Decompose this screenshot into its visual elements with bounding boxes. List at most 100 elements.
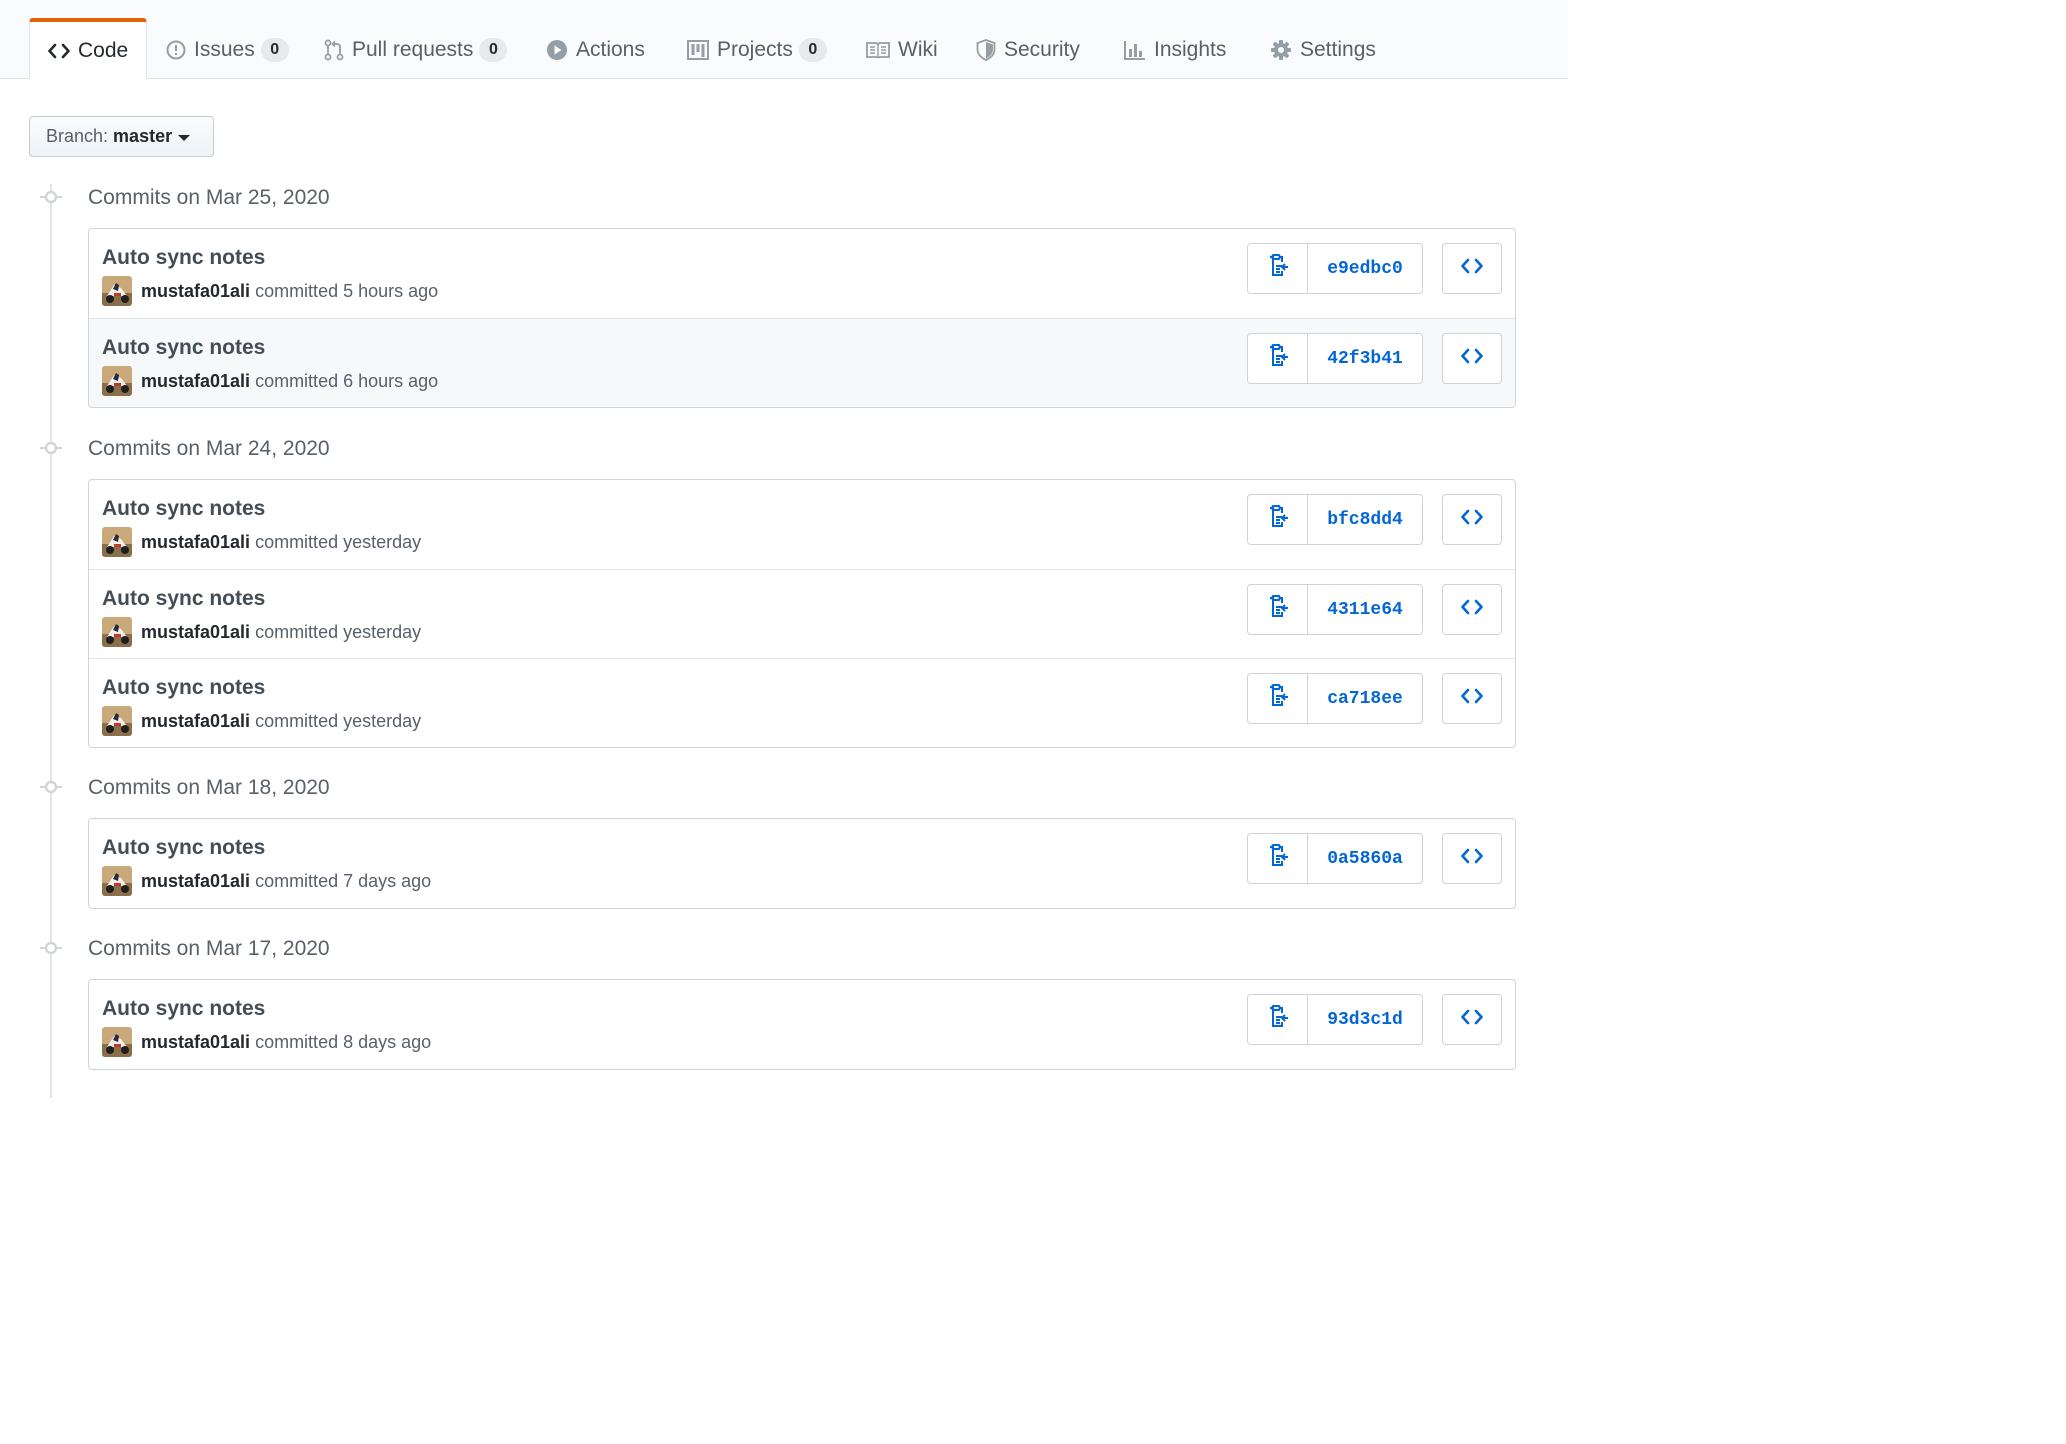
tab-security[interactable]: Security [958, 22, 1098, 78]
avatar[interactable] [102, 276, 132, 306]
code-icon [48, 43, 70, 59]
commit-node-icon [40, 437, 62, 459]
browse-files-button[interactable] [1442, 333, 1502, 384]
commit-time: yesterday [343, 621, 422, 642]
commit-author-link[interactable]: mustafa01ali [141, 871, 250, 892]
commit-author-link[interactable]: mustafa01ali [141, 281, 250, 302]
avatar[interactable] [102, 706, 132, 736]
issues-counter: 0 [260, 38, 289, 62]
tab-actions[interactable]: Actions [528, 22, 663, 78]
commit-verb: committed [255, 1031, 339, 1052]
branch-prefix: Branch: [46, 126, 109, 146]
projects-counter: 0 [798, 38, 827, 62]
tab-code[interactable]: Code [29, 18, 147, 79]
commit-title-link[interactable]: Auto sync notes [102, 245, 265, 271]
avatar[interactable] [102, 617, 132, 647]
commit-author-link[interactable]: mustafa01ali [141, 622, 250, 643]
copy-sha-button[interactable] [1248, 674, 1308, 723]
commit-meta: mustafa01ali committed 6 hours ago [102, 365, 438, 397]
copy-sha-button[interactable] [1248, 585, 1308, 634]
commit-meta: mustafa01ali committed 5 hours ago [102, 275, 438, 307]
play-icon [546, 39, 568, 61]
commit-author-link[interactable]: mustafa01ali [141, 711, 250, 732]
commit-row: Auto sync notes mustafa01ali committed 6… [89, 318, 1515, 407]
commit-meta: mustafa01ali committed yesterday [102, 526, 421, 558]
commit-row: Auto sync notes mustafa01ali committed y… [89, 480, 1515, 569]
commit-sha-link[interactable]: 42f3b41 [1308, 334, 1422, 383]
commit-sha-link[interactable]: 93d3c1d [1308, 995, 1422, 1044]
commit-meta: mustafa01ali committed 8 days ago [102, 1026, 431, 1058]
browse-files-button[interactable] [1442, 833, 1502, 884]
commit-group: Auto sync notes mustafa01ali committed 8… [88, 979, 1516, 1070]
commit-time: yesterday [343, 531, 422, 552]
commit-meta: mustafa01ali committed 7 days ago [102, 865, 431, 897]
tab-issues[interactable]: Issues 0 [148, 22, 307, 78]
clippy-icon [1267, 254, 1289, 283]
copy-sha-button[interactable] [1248, 495, 1308, 544]
commit-row: Auto sync notes mustafa01ali committed y… [89, 658, 1515, 747]
commit-sha-link[interactable]: 0a5860a [1308, 834, 1422, 883]
browse-files-button[interactable] [1442, 994, 1502, 1045]
commit-group: Auto sync notes mustafa01ali committed 7… [88, 818, 1516, 909]
commit-sha-link[interactable]: bfc8dd4 [1308, 495, 1422, 544]
commit-sha-link[interactable]: 4311e64 [1308, 585, 1422, 634]
caret-down-icon [178, 135, 191, 141]
tab-label: Settings [1300, 38, 1376, 61]
shield-icon [976, 39, 996, 61]
commit-title-link[interactable]: Auto sync notes [102, 996, 265, 1022]
tab-label: Code [78, 38, 129, 62]
commit-verb: committed [255, 710, 339, 731]
commit-row: Auto sync notes mustafa01ali committed 8… [89, 980, 1515, 1069]
book-icon [866, 41, 890, 59]
commit-sha-button-group: 0a5860a [1247, 833, 1423, 884]
commit-author-link[interactable]: mustafa01ali [141, 371, 250, 392]
clippy-icon [1267, 344, 1289, 373]
commit-title-link[interactable]: Auto sync notes [102, 675, 265, 701]
commit-author-link[interactable]: mustafa01ali [141, 532, 250, 553]
avatar[interactable] [102, 366, 132, 396]
copy-sha-button[interactable] [1248, 834, 1308, 883]
commit-verb: committed [255, 621, 339, 642]
branch-select-button[interactable]: Branch: master [29, 116, 214, 157]
browse-files-button[interactable] [1442, 494, 1502, 545]
tab-insights[interactable]: Insights [1106, 22, 1244, 78]
commit-author-link[interactable]: mustafa01ali [141, 1032, 250, 1053]
clippy-icon [1267, 595, 1289, 624]
commit-verb: committed [255, 280, 339, 301]
commit-title-link[interactable]: Auto sync notes [102, 496, 265, 522]
code-icon [1461, 348, 1483, 369]
tab-label: Wiki [898, 38, 938, 61]
commit-title-link[interactable]: Auto sync notes [102, 335, 265, 361]
code-icon [1461, 509, 1483, 530]
issue-opened-icon [166, 40, 186, 60]
copy-sha-button[interactable] [1248, 244, 1308, 293]
tab-wiki[interactable]: Wiki [848, 22, 956, 78]
copy-sha-button[interactable] [1248, 995, 1308, 1044]
tab-label: Security [1004, 38, 1080, 61]
avatar[interactable] [102, 1027, 132, 1057]
commit-row: Auto sync notes mustafa01ali committed 5… [89, 229, 1515, 318]
tab-label: Insights [1154, 38, 1227, 61]
branch-name: master [113, 126, 173, 146]
code-icon [1461, 599, 1483, 620]
browse-files-button[interactable] [1442, 243, 1502, 294]
avatar[interactable] [102, 866, 132, 896]
tab-projects[interactable]: Projects 0 [669, 22, 845, 78]
tab-settings[interactable]: Settings [1252, 22, 1394, 78]
commit-group-date: Commits on Mar 17, 2020 [88, 937, 330, 960]
commit-sha-link[interactable]: ca718ee [1308, 674, 1422, 723]
commit-group: Auto sync notes mustafa01ali committed y… [88, 479, 1516, 748]
commit-time: 7 days ago [343, 870, 432, 891]
commit-title-link[interactable]: Auto sync notes [102, 586, 265, 612]
commit-sha-link[interactable]: e9edbc0 [1308, 244, 1422, 293]
tab-pull-requests[interactable]: Pull requests 0 [306, 22, 525, 78]
avatar[interactable] [102, 527, 132, 557]
gear-icon [1270, 39, 1292, 61]
browse-files-button[interactable] [1442, 673, 1502, 724]
commit-node-icon [40, 186, 62, 208]
code-icon [1461, 688, 1483, 709]
copy-sha-button[interactable] [1248, 334, 1308, 383]
clippy-icon [1267, 505, 1289, 534]
commit-title-link[interactable]: Auto sync notes [102, 835, 265, 861]
browse-files-button[interactable] [1442, 584, 1502, 635]
